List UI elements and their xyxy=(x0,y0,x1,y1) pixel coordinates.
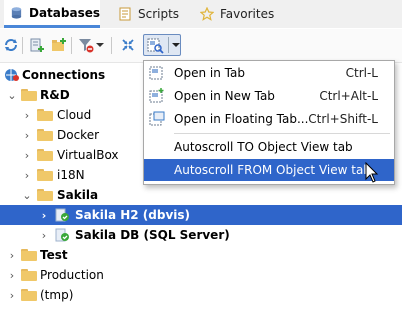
tree-item-label: Sakila DB (SQL Server) xyxy=(75,228,230,242)
chevron-right-icon[interactable]: › xyxy=(38,229,50,242)
filter-button[interactable] xyxy=(77,36,95,54)
chevron-down-icon[interactable] xyxy=(172,43,180,47)
folder-icon xyxy=(37,149,53,163)
open-in-tab-icon xyxy=(149,66,163,80)
tree-item-label: Docker xyxy=(57,128,100,142)
tree-item-sakila-h2[interactable]: › Sakila H2 (dbvis) xyxy=(0,205,402,225)
chevron-right-icon[interactable]: › xyxy=(6,249,18,262)
collapse-all-icon xyxy=(122,39,134,51)
collapse-all-button[interactable] xyxy=(119,36,137,54)
toolbar-separator xyxy=(22,37,23,54)
tab-favorites-label: Favorites xyxy=(220,7,275,21)
tree-item-label: Sakila H2 (dbvis) xyxy=(75,208,191,222)
menu-item-autoscroll-from[interactable]: Autoscroll FROM Object View tab xyxy=(144,159,394,181)
menu-item-shortcut: Ctrl+Shift-L xyxy=(308,112,378,126)
chevron-right-icon[interactable]: › xyxy=(21,169,33,182)
chevron-down-icon[interactable]: ⌄ xyxy=(21,189,33,202)
tree-item-label: Cloud xyxy=(57,108,92,122)
tab-databases-label: Databases xyxy=(28,5,100,20)
tab-bar: Databases Scripts Favorites xyxy=(0,0,402,28)
folder-icon xyxy=(21,269,37,283)
folder-icon xyxy=(37,189,53,203)
toolbar-separator xyxy=(111,37,112,54)
menu-item-open-in-tab[interactable]: Open in Tab Ctrl-L xyxy=(144,62,394,84)
toolbar-separator xyxy=(71,37,72,54)
folder-icon xyxy=(21,89,37,103)
toolbar xyxy=(0,29,402,63)
tree-item-sakila-db[interactable]: › Sakila DB (SQL Server) xyxy=(0,225,402,245)
menu-item-label: Autoscroll FROM Object View tab xyxy=(174,163,371,177)
new-connection-icon xyxy=(30,38,44,52)
tree-item-sakila[interactable]: ⌄ Sakila xyxy=(0,185,402,205)
filter-icon xyxy=(79,39,94,53)
folder-icon xyxy=(37,169,53,183)
chevron-down-icon[interactable]: ⌄ xyxy=(6,89,18,102)
link-with-editor-button[interactable] xyxy=(143,34,181,56)
menu-item-open-in-new-tab[interactable]: Open in New Tab Ctrl+Alt-L xyxy=(144,85,394,107)
chevron-right-icon[interactable]: › xyxy=(6,289,18,302)
new-folder-icon xyxy=(52,38,66,51)
menu-item-shortcut: Ctrl-L xyxy=(345,66,378,80)
tab-favorites[interactable]: Favorites xyxy=(196,0,290,28)
tree-item-test[interactable]: › Test xyxy=(0,245,402,265)
filter-dropdown-button[interactable] xyxy=(95,36,105,54)
database-connected-icon xyxy=(55,208,69,222)
open-in-floating-tab-icon xyxy=(149,111,165,126)
menu-separator xyxy=(174,133,390,134)
database-connected-icon xyxy=(55,228,69,242)
tree-item-label: i18N xyxy=(57,168,85,182)
folder-icon xyxy=(21,289,37,303)
tab-scripts-label: Scripts xyxy=(138,7,180,21)
link-with-editor-icon xyxy=(147,38,164,54)
refresh-icon xyxy=(5,39,17,51)
refresh-button[interactable] xyxy=(2,36,20,54)
connections-icon xyxy=(5,69,19,81)
scripts-icon xyxy=(119,7,131,21)
tree-item-production[interactable]: › Production xyxy=(0,265,402,285)
menu-item-label: Open in Floating Tab... xyxy=(174,112,309,126)
tab-databases[interactable]: Databases xyxy=(4,0,100,28)
chevron-down-icon xyxy=(96,43,104,47)
tree-item-label: Production xyxy=(40,268,104,282)
chevron-right-icon[interactable]: › xyxy=(21,129,33,142)
tree-item-label: Sakila xyxy=(57,188,99,202)
mouse-cursor-icon xyxy=(365,162,379,183)
new-folder-button[interactable] xyxy=(50,36,68,54)
tree-item-tmp[interactable]: › (tmp) xyxy=(0,285,402,305)
menu-item-shortcut: Ctrl+Alt-L xyxy=(319,89,378,103)
link-options-menu: Open in Tab Ctrl-L Open in New Tab Ctrl+… xyxy=(143,60,395,185)
chevron-right-icon[interactable]: › xyxy=(21,109,33,122)
folder-icon xyxy=(21,249,37,263)
folder-icon xyxy=(37,129,53,143)
tree-item-label: R&D xyxy=(40,88,70,102)
database-icon xyxy=(11,6,22,19)
chevron-right-icon[interactable]: › xyxy=(6,269,18,282)
menu-item-label: Open in Tab xyxy=(174,66,245,80)
menu-item-open-in-floating-tab[interactable]: Open in Floating Tab... Ctrl+Shift-L xyxy=(144,108,394,130)
folder-icon xyxy=(37,109,53,123)
new-connection-button[interactable] xyxy=(28,36,46,54)
chevron-right-icon[interactable]: › xyxy=(38,209,50,222)
tree-item-label: (tmp) xyxy=(40,288,74,302)
tree-item-label: VirtualBox xyxy=(57,148,119,162)
menu-item-autoscroll-to[interactable]: Autoscroll TO Object View tab xyxy=(144,136,394,158)
open-in-new-tab-icon xyxy=(149,88,164,103)
chevron-right-icon[interactable]: › xyxy=(21,149,33,162)
menu-item-label: Autoscroll TO Object View tab xyxy=(174,140,353,154)
split-divider xyxy=(168,37,169,53)
tree-item-label: Test xyxy=(40,248,68,262)
tree-item-label: Connections xyxy=(22,68,106,82)
star-icon xyxy=(200,7,214,21)
tab-scripts[interactable]: Scripts xyxy=(114,0,198,28)
menu-item-label: Open in New Tab xyxy=(174,89,275,103)
